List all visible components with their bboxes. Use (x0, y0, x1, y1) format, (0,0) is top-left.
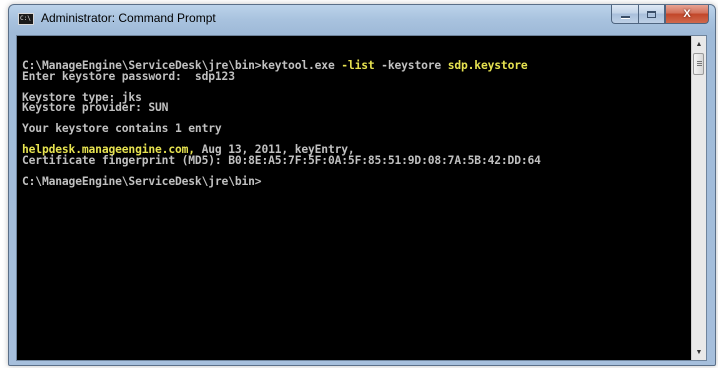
minimize-icon (620, 16, 630, 18)
console-text: Enter keystore password: sdp123 (22, 69, 235, 83)
console-area[interactable]: C:\ManageEngine\ServiceDesk\jre\bin>keyt… (16, 35, 707, 361)
window-title: Administrator: Command Prompt (41, 11, 216, 25)
scroll-up-arrow-icon[interactable]: ▲ (692, 36, 706, 52)
cmd-window-icon[interactable]: C:\ (18, 13, 34, 25)
console-text: Certificate fingerprint (MD5): B0:8E:A5:… (22, 153, 541, 167)
thumb-grip (697, 65, 702, 66)
close-icon: X (683, 8, 691, 20)
console-line: Certificate fingerprint (MD5): B0:8E:A5:… (22, 153, 692, 167)
scroll-down-arrow-icon[interactable]: ▼ (692, 344, 706, 360)
scrollbar-thumb[interactable] (693, 53, 704, 75)
console-text: Keystore provider: SUN (22, 101, 169, 114)
close-button[interactable]: X (665, 5, 709, 24)
title-bar[interactable]: C:\ Administrator: Command Prompt X (9, 5, 715, 33)
thumb-grip (697, 61, 702, 62)
window-controls: X (611, 5, 709, 25)
thumb-grip (697, 63, 702, 64)
maximize-button[interactable] (638, 5, 665, 24)
console-text: Your keystore contains 1 entry (22, 122, 222, 135)
console-line: Keystore provider: SUN (22, 101, 692, 114)
console-line: Your keystore contains 1 entry (22, 122, 692, 135)
command-prompt-window: C:\ Administrator: Command Prompt X C:\M… (8, 4, 716, 366)
console-text: -keystore (374, 59, 448, 72)
console-text: C:\ManageEngine\ServiceDesk\jre\bin> (22, 174, 262, 188)
console-output[interactable]: C:\ManageEngine\ServiceDesk\jre\bin>keyt… (22, 59, 692, 188)
console-line: Enter keystore password: sdp123 (22, 69, 692, 83)
console-highlighted-text: sdp.keystore (447, 59, 528, 72)
vertical-scrollbar[interactable]: ▲ ▼ (691, 36, 706, 360)
console-highlighted-text: -list (341, 59, 375, 72)
console-line: C:\ManageEngine\ServiceDesk\jre\bin> (22, 174, 692, 188)
minimize-button[interactable] (611, 5, 638, 24)
maximize-icon (647, 10, 656, 18)
